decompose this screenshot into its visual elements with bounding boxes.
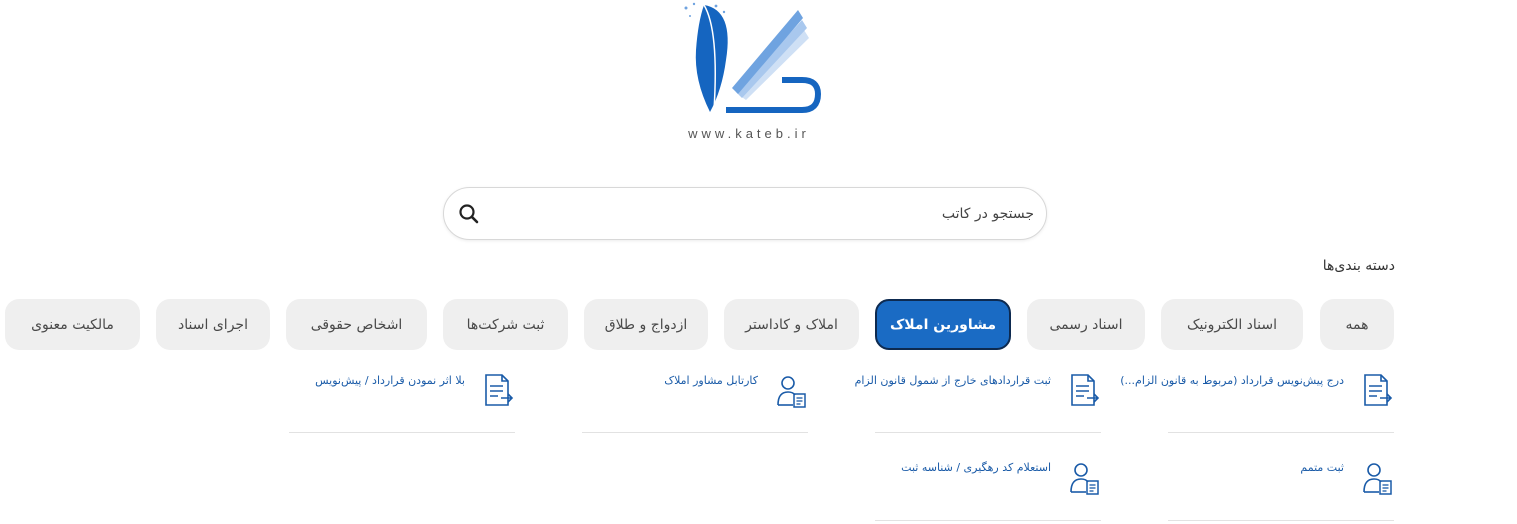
document-arrow-icon <box>485 374 514 406</box>
list-item[interactable]: بلا اثر نمودن قرارداد / پیش‌نویس <box>289 373 515 433</box>
item-label: ثبت متمم <box>1300 461 1344 474</box>
search-input[interactable] <box>496 198 1036 230</box>
tab-property-cadastre[interactable]: املاک و کاداستر <box>724 299 859 350</box>
tab-company-registration[interactable]: ثبت شرکت‌ها <box>443 299 568 350</box>
feather-book-logo-icon <box>684 2 822 113</box>
tab-official-documents[interactable]: اسناد رسمی <box>1027 299 1145 350</box>
person-document-icon <box>1070 463 1099 495</box>
item-label: استعلام کد رهگیری / شناسه ثبت <box>901 461 1051 474</box>
person-document-icon <box>777 376 806 408</box>
tab-legal-entities[interactable]: اشخاص حقوقی <box>286 299 427 350</box>
search-bar <box>443 187 1047 240</box>
list-item[interactable]: استعلام کد رهگیری / شناسه ثبت <box>875 460 1101 521</box>
list-item[interactable]: درج پیش‌نویس قرارداد (مربوط به قانون الز… <box>1120 373 1394 433</box>
site-logo[interactable]: www.kateb.ir <box>664 0 834 150</box>
logo-url-text: www.kateb.ir <box>688 126 810 141</box>
item-label: ثبت قراردادهای خارج از شمول قانون الزام <box>854 374 1051 387</box>
list-item[interactable]: ثبت متمم <box>1168 460 1394 521</box>
category-tabs: همه اسناد الکترونیک اسناد رسمی مشاورین ا… <box>0 299 1517 351</box>
tab-document-execution[interactable]: اجرای اسناد <box>156 299 270 350</box>
tab-real-estate-advisors[interactable]: مشاورین املاک <box>875 299 1011 350</box>
categories-title: دسته بندی‌ها <box>1322 258 1395 274</box>
list-item[interactable]: کارتابل مشاور املاک <box>582 373 808 433</box>
person-document-icon <box>1363 463 1392 495</box>
tab-all[interactable]: همه <box>1320 299 1394 350</box>
item-label: کارتابل مشاور املاک <box>664 374 758 387</box>
item-label: درج پیش‌نویس قرارداد (مربوط به قانون الز… <box>1120 374 1344 387</box>
search-icon[interactable] <box>458 203 480 225</box>
tab-marriage-divorce[interactable]: ازدواج و طلاق <box>584 299 708 350</box>
item-label: بلا اثر نمودن قرارداد / پیش‌نویس <box>315 374 465 387</box>
document-arrow-icon <box>1364 374 1393 406</box>
document-arrow-icon <box>1071 374 1100 406</box>
tab-electronic-documents[interactable]: اسناد الکترونیک <box>1161 299 1303 350</box>
list-item[interactable]: ثبت قراردادهای خارج از شمول قانون الزام <box>855 373 1101 433</box>
tab-intellectual-property[interactable]: مالکیت معنوی <box>5 299 140 350</box>
